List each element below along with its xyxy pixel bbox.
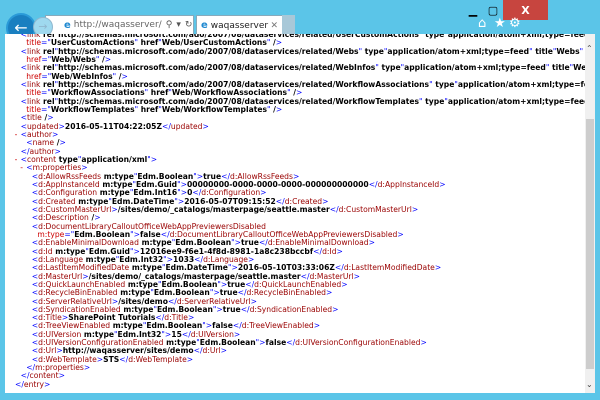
xml-bracket: > xyxy=(58,371,65,381)
xml-bracket: > xyxy=(186,354,194,364)
xml-tag-name: d:Url xyxy=(202,346,221,356)
search-icon[interactable]: ⚲ xyxy=(166,20,173,30)
xml-bracket: > xyxy=(397,229,404,239)
xml-attribute-value: application/atom+xml;type=feed xyxy=(447,34,585,39)
xml-bracket: </ xyxy=(193,346,203,356)
dropdown-icon[interactable]: ▾ xyxy=(176,20,181,30)
address-input[interactable]: http://waqasserver/sites/de xyxy=(74,20,162,30)
xml-bracket: > xyxy=(434,263,442,273)
xml-bracket: > xyxy=(150,154,158,164)
xml-tag-name: d:CustomMasterUrl xyxy=(338,204,412,214)
xml-bracket: > xyxy=(353,271,361,281)
xml-tag-name: entry xyxy=(23,379,45,389)
xml-text: title xyxy=(549,63,570,73)
xml-attribute-value: WebInfos xyxy=(573,63,585,73)
xml-bracket: > xyxy=(44,379,51,389)
xml-tag-name: d:Id xyxy=(322,246,337,256)
scroll-down-icon[interactable]: ⌄ xyxy=(586,380,593,389)
scrollbar-thumb[interactable] xyxy=(586,119,594,369)
address-bar[interactable]: e http://waqasserver/sites/de ⚲ ▾ ↻ xyxy=(45,15,194,35)
xml-text: true xyxy=(222,304,241,314)
collapse-toggle[interactable]: - xyxy=(20,163,23,172)
xml-attribute-value: application/atom+xml;type=feed xyxy=(457,79,585,89)
xml-bracket: > xyxy=(313,321,321,331)
xml-bracket: </ xyxy=(119,354,129,364)
collapse-toggle[interactable]: - xyxy=(15,155,18,164)
xml-text: /sites/demo/_catalogs/masterpage/seattle… xyxy=(117,204,330,214)
xml-text: 2016-05-11T04:22:05Z xyxy=(64,121,162,131)
xml-text: title xyxy=(532,46,553,56)
scroll-up-icon[interactable]: ⌃ xyxy=(586,44,593,53)
favorites-star-icon[interactable]: ★ xyxy=(494,16,506,31)
xml-text: type xyxy=(422,34,445,39)
xml-bracket: </ xyxy=(368,179,378,189)
xml-bracket: </ xyxy=(15,379,24,389)
xml-text: false xyxy=(265,338,287,348)
new-tab-button[interactable] xyxy=(282,15,295,34)
xml-tag-name: updated xyxy=(170,121,203,131)
xml-bracket: > xyxy=(83,363,91,373)
xml-bracket: > xyxy=(325,288,333,298)
gear-icon[interactable]: ⚙ xyxy=(509,16,521,31)
ie-logo-icon: e xyxy=(64,19,71,31)
xml-attribute-value: WorkflowTemplates xyxy=(50,104,135,114)
xml-text: STS xyxy=(103,354,120,364)
xml-attribute-value: Webs xyxy=(556,46,580,56)
xml-attribute-value: application/xml xyxy=(81,154,148,164)
xml-tag-name: d:WebTemplate xyxy=(128,354,187,364)
xml-bracket: > xyxy=(420,338,427,348)
xml-attribute-value: application/atom+xml;type=feed xyxy=(387,46,530,56)
xml-attribute-value: Web/WorkflowTemplates xyxy=(161,104,267,114)
tab-waqasserver[interactable]: e waqasserver ✕ xyxy=(196,15,283,35)
xml-bracket: > xyxy=(332,304,339,314)
vertical-scrollbar[interactable]: ⌃ ⌄ xyxy=(585,34,595,393)
xml-bracket: > xyxy=(341,279,348,289)
xml-bracket: > xyxy=(220,346,228,356)
xml-tag-name: d:SyndicationEnabled xyxy=(249,304,333,314)
xml-attribute-value: application/atom+xml;type=feed xyxy=(404,63,546,73)
home-icon[interactable]: ⌂ xyxy=(478,16,486,31)
refresh-icon[interactable]: ↻ xyxy=(185,20,193,30)
xml-attribute-value: application/atom+xml;type=feed xyxy=(447,96,585,106)
xml-text: type xyxy=(432,79,455,89)
collapse-toggle[interactable]: - xyxy=(15,130,18,139)
xml-bracket: </ xyxy=(161,121,171,131)
xml-bracket: > xyxy=(275,104,283,114)
xml-tag-name: d:RecycleBinEnabled xyxy=(246,288,326,298)
xml-bracket: </ xyxy=(240,304,250,314)
xml-text: type xyxy=(362,46,384,56)
xml-text: type xyxy=(378,63,401,73)
xml-bracket: > xyxy=(439,179,446,189)
xml-text: type xyxy=(422,96,445,106)
xml-quote: " xyxy=(579,46,584,56)
xml-bracket: </ xyxy=(329,204,339,214)
xml-bracket: </ xyxy=(286,338,296,348)
close-tab-icon[interactable]: ✕ xyxy=(270,21,278,31)
xml-bracket: > xyxy=(336,246,343,256)
xml-viewer: <link rel"http://schemas.microsoft.com/a… xyxy=(5,34,585,393)
xml-tag-name: d:UIVersionConfigurationEnabled xyxy=(295,338,421,348)
xml-bracket: > xyxy=(202,121,209,131)
xml-tag-name: d:TreeViewEnabled xyxy=(241,321,314,331)
tab-title: waqasserver xyxy=(210,20,269,31)
ie-logo-icon: e xyxy=(201,20,208,31)
xml-text: href xyxy=(138,104,159,114)
xml-tag-name: d:AppInstanceId xyxy=(377,179,440,189)
xml-bracket: </ xyxy=(313,246,323,256)
xml-bracket: > xyxy=(368,238,375,248)
xml-bracket: > xyxy=(411,204,419,214)
